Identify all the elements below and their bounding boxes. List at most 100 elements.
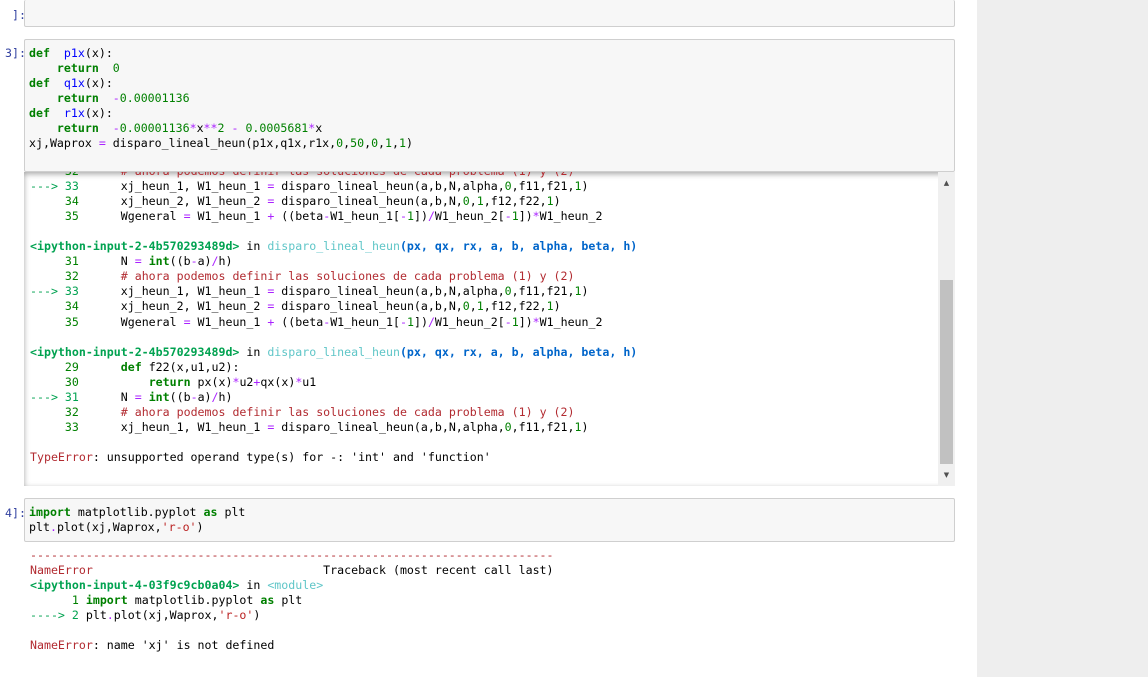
code-line: return 0 (29, 61, 120, 76)
code-token: a) (197, 389, 212, 404)
code-token: plt (274, 593, 303, 608)
code-token: xj_heun_2, W1_heun_2 (78, 299, 268, 314)
code-cell-empty[interactable] (24, 0, 955, 27)
code-token: , (364, 136, 372, 150)
code-token: 2 (217, 121, 225, 135)
code-token: = (183, 314, 191, 329)
code-line: def p1x(x): (29, 46, 113, 61)
code-cell-3[interactable]: def p1x(x): return 0 def q1x(x): return -… (24, 39, 955, 172)
code-token: W1_heun_1[ (330, 314, 400, 329)
code-token: (x): (84, 106, 113, 120)
code-token: 29 (30, 359, 79, 374)
code-token: def (29, 46, 50, 60)
code-token: disparo_lineal_heun(a,b,N,alpha, (274, 179, 505, 194)
code-token: N (78, 254, 135, 269)
scroll-down-icon[interactable]: ▼ (938, 468, 955, 482)
code-token: return (148, 374, 191, 389)
code-token: , (378, 136, 386, 150)
code-token: NameError (30, 563, 93, 578)
code-token: disparo_lineal_heun(a,b,N, (274, 299, 463, 314)
code-token: ) (553, 194, 561, 209)
code-token: disparo_lineal_heun (267, 344, 400, 359)
code-token: disparo_lineal_heun(a,b,N,alpha, (274, 284, 505, 299)
code-token: import (29, 505, 71, 519)
code-token: = (134, 254, 142, 269)
code-token: 1 (546, 299, 554, 314)
code-token: px(x) (190, 374, 233, 389)
code-token: # ahora podemos definir las soluciones d… (121, 172, 575, 178)
code-token: 33 (30, 419, 79, 434)
code-token: disparo_lineal_heun(a,b,N,alpha, (274, 419, 505, 434)
code-token: - (400, 314, 407, 329)
code-token: * (532, 209, 540, 224)
code-token: def (120, 359, 142, 374)
code-token: in (239, 578, 268, 593)
code-token: W1_heun_1 (190, 314, 268, 329)
code-token: / (211, 389, 219, 404)
code-token: qx(x) (260, 374, 296, 389)
code-line: return -0.00001136 (29, 91, 190, 106)
code-token: (px, qx, rx, a, b, alpha, beta, h) (399, 344, 638, 359)
output-area-3[interactable]: 32 # ahora podemos definir las solucione… (24, 172, 955, 486)
code-token: ((beta (274, 209, 324, 224)
code-line: NameError Traceback (most recent call la… (30, 563, 554, 578)
code-cell-4[interactable]: import matplotlib.pyplot as plt plt.plot(… (24, 498, 955, 542)
code-token: q1x (63, 76, 85, 90)
code-token: NameError (30, 638, 93, 653)
code-token: ((b (169, 254, 191, 269)
code-token: # ahora podemos definir las soluciones d… (120, 404, 575, 419)
code-token: ((b (169, 389, 191, 404)
code-token: 0 (112, 61, 120, 75)
code-token: Wgeneral (78, 209, 184, 224)
code-token: ]) (413, 209, 428, 224)
code-token: return (56, 91, 99, 105)
code-token: W1_heun_2 (539, 314, 603, 329)
code-line: import matplotlib.pyplot as plt (29, 505, 245, 520)
code-token: W1_heun_1[ (330, 209, 400, 224)
code-token: xj_heun_1, W1_heun_1 (78, 284, 268, 299)
code-token: , (469, 194, 477, 209)
code-token: in (239, 239, 268, 254)
code-token: / (427, 209, 435, 224)
code-token: , (469, 299, 477, 314)
code-token: ---> 33 (30, 284, 79, 299)
code-line: ----> 2 plt.plot(xj,Waprox,'r-o') (30, 608, 260, 623)
code-token: 32 (30, 404, 79, 419)
code-line: 29 def f22(x,u1,u2): (30, 359, 240, 375)
code-token: ) (581, 419, 589, 434)
code-token: matplotlib.pyplot (127, 593, 261, 608)
code-token: xj,Waprox (29, 136, 99, 150)
code-line: 1 import matplotlib.pyplot as plt (30, 593, 302, 608)
code-token: 35 (30, 209, 79, 224)
code-line: 31 N = int((b-a)/h) (30, 254, 233, 269)
code-token: (x): (84, 46, 113, 60)
code-token: 32 (30, 172, 79, 178)
code-token: (px, qx, rx, a, b, alpha, beta, h) (399, 239, 638, 254)
code-token: return (56, 121, 99, 135)
code-token: ) (253, 608, 261, 623)
scroll-up-icon[interactable]: ▲ (938, 176, 955, 190)
code-token: <ipython-input-2-4b570293489d> (30, 239, 240, 254)
code-token: ,f12,f22, (483, 194, 547, 209)
code-token: def (29, 76, 50, 90)
scroll-thumb[interactable] (940, 280, 953, 464)
code-token: ((beta (274, 314, 324, 329)
code-line: def r1x(x): (29, 106, 113, 121)
code-token: * (189, 121, 197, 135)
code-token: 1 (511, 209, 519, 224)
code-token: ,f11,f21, (511, 419, 575, 434)
code-token: N (78, 389, 135, 404)
output-scrollbar[interactable]: ▲ ▼ (938, 172, 955, 486)
code-token: = (134, 389, 142, 404)
cell-prompt-3: 3]: (5, 46, 26, 60)
code-token: . (106, 608, 114, 623)
